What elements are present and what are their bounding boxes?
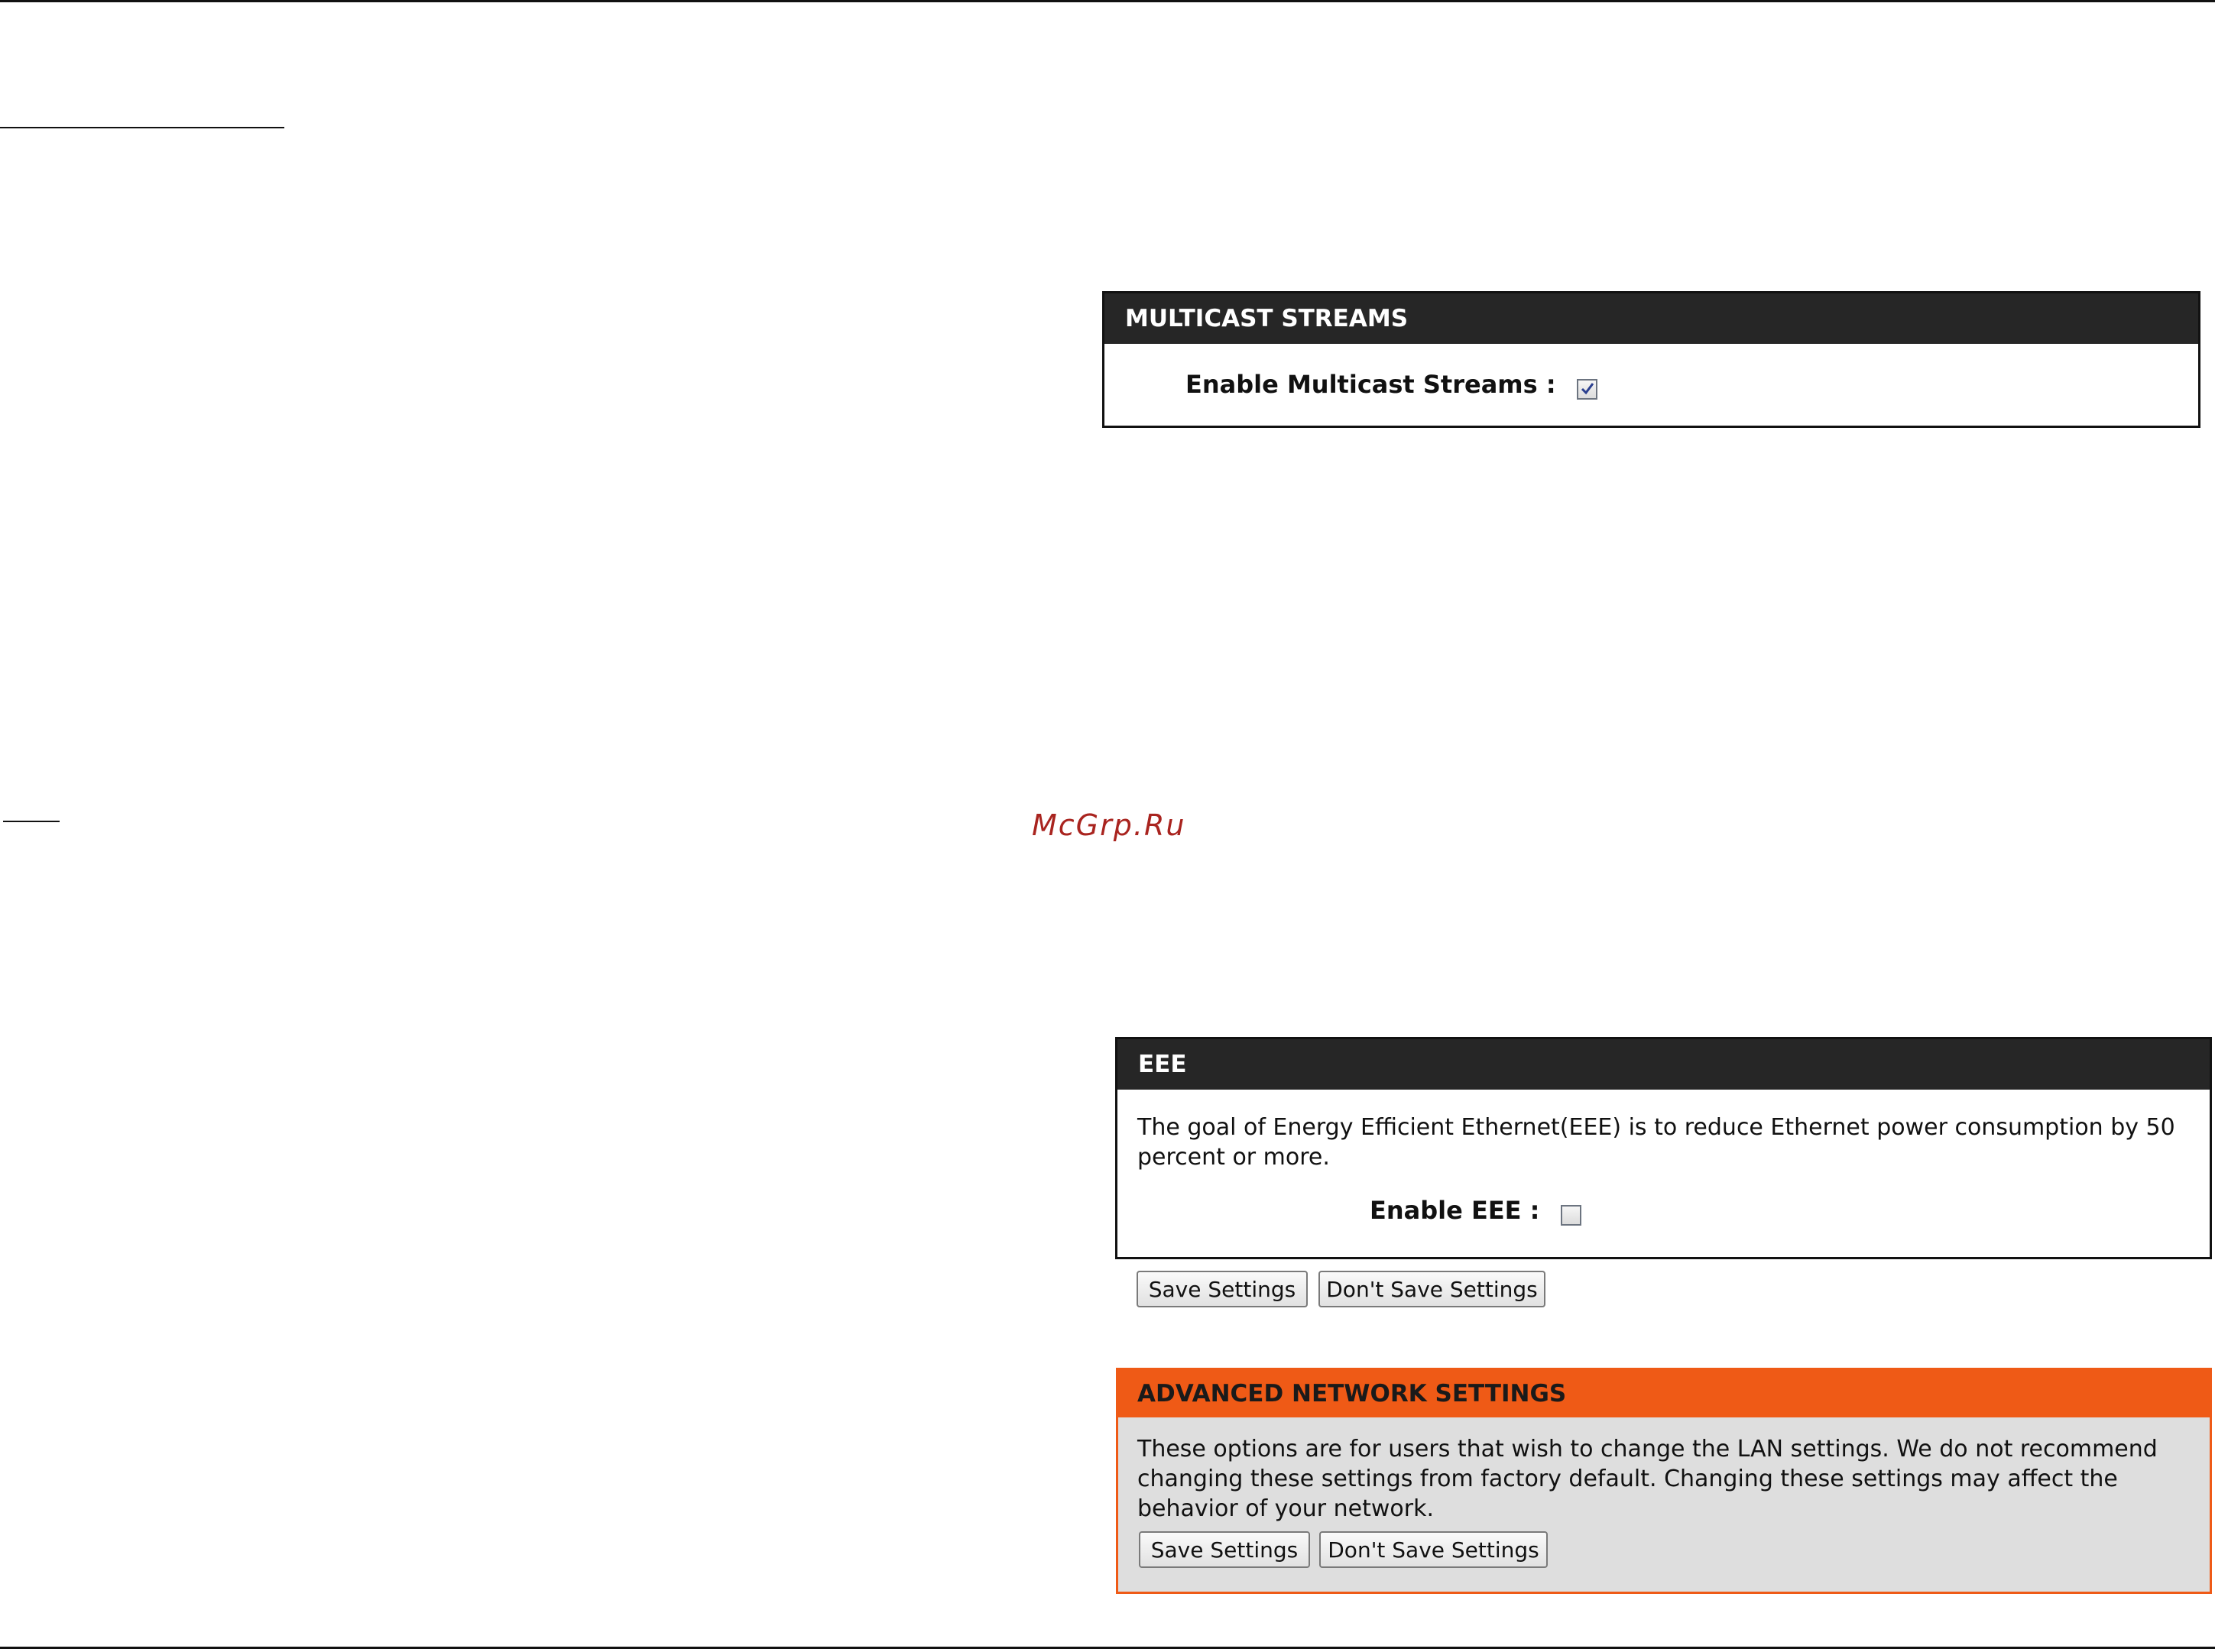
section-underline [0,127,284,128]
top-rule [0,0,2215,2]
advanced-dont-save-settings-button[interactable]: Don't Save Settings [1319,1531,1548,1568]
eee-description: The goal of Energy Efficient Ethernet(EE… [1137,1114,2175,1171]
section-underline-small [3,821,60,822]
advanced-network-description: These options are for users that wish to… [1137,1436,2158,1522]
advanced-save-settings-button[interactable]: Save Settings [1139,1531,1310,1568]
advanced-network-settings-panel: ADVANCED NETWORK SETTINGS These options … [1116,1368,2212,1594]
eee-panel: EEE The goal of Energy Efficient Etherne… [1115,1037,2212,1259]
eee-row: Enable EEE : [1370,1196,1581,1226]
dont-save-settings-button[interactable]: Don't Save Settings [1318,1271,1545,1307]
multicast-streams-panel: MULTICAST STREAMS Enable Multicast Strea… [1102,291,2200,428]
multicast-streams-header: MULTICAST STREAMS [1104,293,2198,344]
multicast-row: Enable Multicast Streams : [1185,370,1597,400]
enable-multicast-checkbox[interactable] [1576,379,1597,400]
save-settings-button[interactable]: Save Settings [1137,1271,1308,1307]
enable-eee-checkbox[interactable] [1560,1205,1581,1226]
enable-eee-label: Enable EEE : [1370,1196,1540,1225]
advanced-network-settings-header: ADVANCED NETWORK SETTINGS [1118,1370,2210,1417]
eee-header: EEE [1117,1039,2210,1090]
enable-multicast-label: Enable Multicast Streams : [1185,370,1556,399]
watermark: McGrp.Ru [1032,808,1186,842]
checkmark-icon [1581,383,1594,395]
bottom-rule [0,1647,2215,1649]
